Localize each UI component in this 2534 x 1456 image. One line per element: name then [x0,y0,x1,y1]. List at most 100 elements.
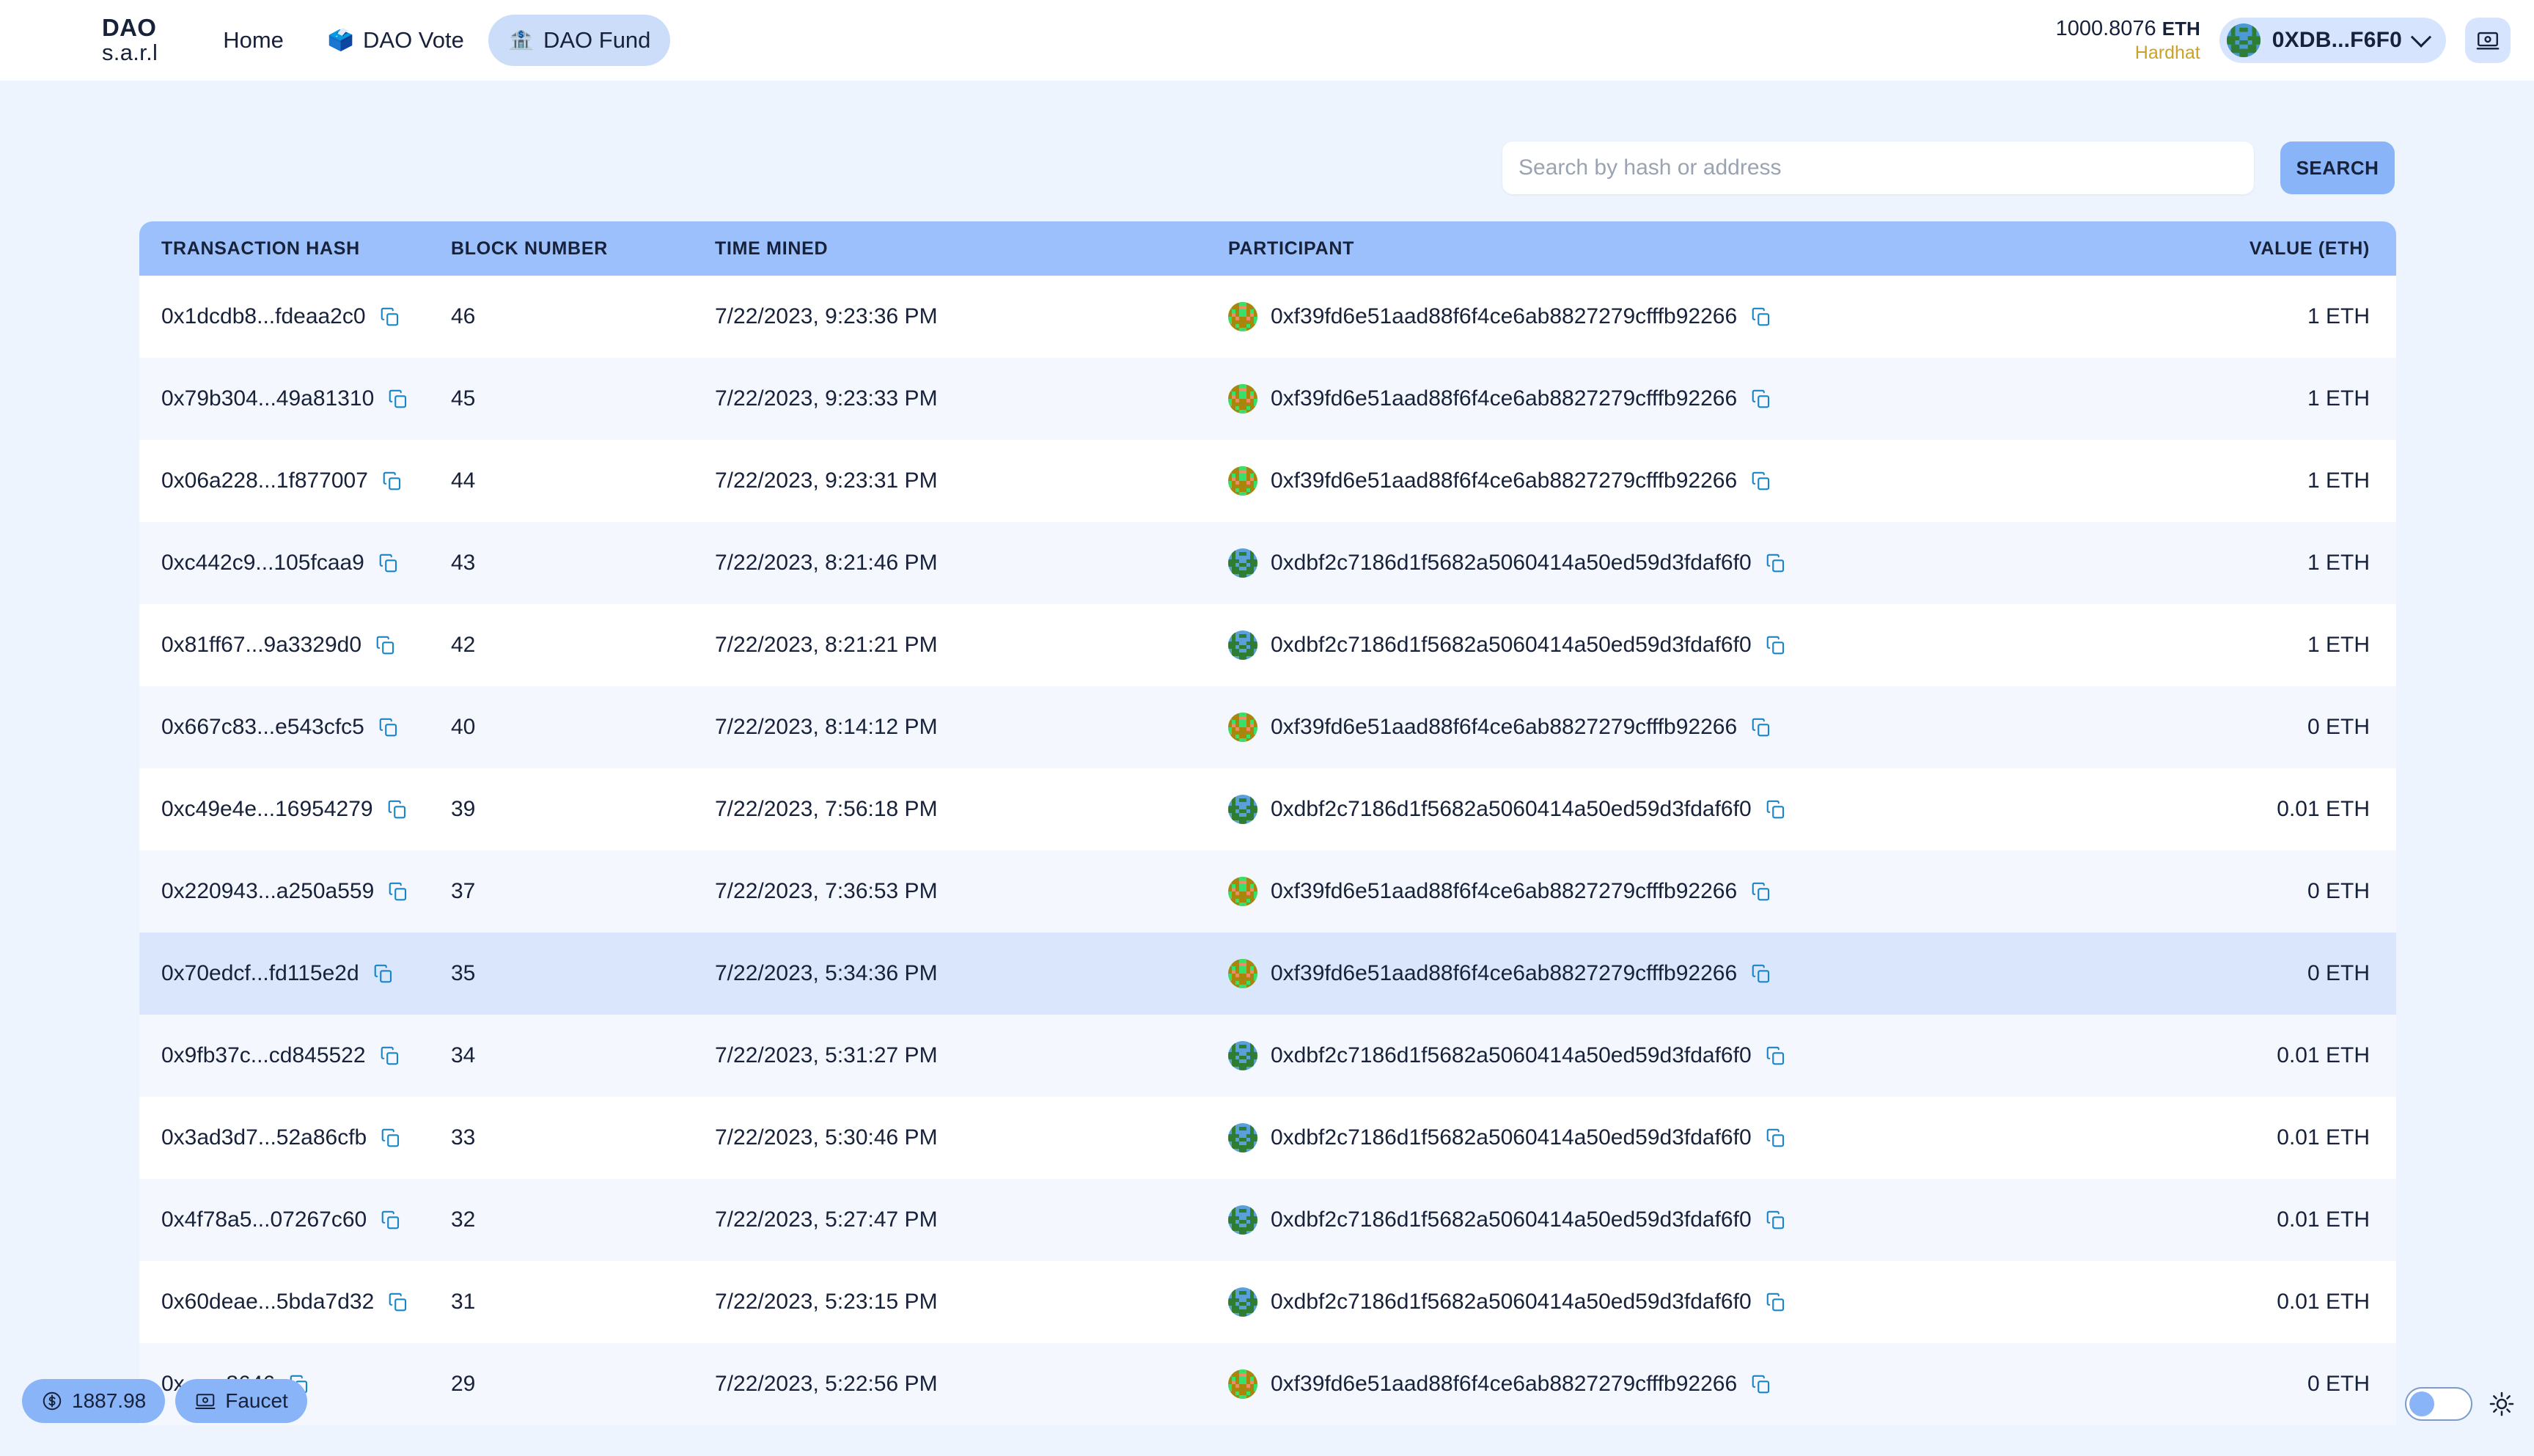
cell-block-number: 29 [451,1372,476,1396]
cell-transaction-hash: 0xc49e4e...16954279 [139,768,429,850]
faucet-widget[interactable]: Faucet [175,1379,307,1423]
table-row[interactable]: 0x9fb37c...cd845522 34 7/22/2023, 5:31:27… [139,1015,2396,1097]
copy-icon[interactable] [1765,1045,1787,1067]
copy-icon[interactable] [1765,552,1787,574]
participant-address-text: 0xf39fd6e51aad88f6f4ce6ab8827279cfffb922… [1271,1372,1738,1396]
chevron-down-icon[interactable] [2410,26,2432,48]
cell-time-mined: 7/22/2023, 8:21:21 PM [715,633,938,657]
table-row[interactable]: 0x70edcf...fd115e2d 35 7/22/2023, 5:34:36… [139,933,2396,1015]
avatar [1228,630,1257,660]
copy-icon[interactable] [1765,1209,1787,1231]
dollar-circle-icon [43,1391,62,1411]
table-row[interactable]: 0x220943...a250a559 37 7/22/2023, 7:36:53… [139,850,2396,933]
participant-address-text: 0xf39fd6e51aad88f6f4ce6ab8827279cfffb922… [1271,961,1738,985]
participant-address-text: 0xdbf2c7186d1f5682a5060414a50ed59d3fdaf6… [1271,633,1752,657]
column-header-time-mined[interactable]: TIME MINED [693,221,1206,276]
copy-icon[interactable] [381,470,403,492]
copy-icon[interactable] [1750,1373,1772,1395]
column-header-transaction-hash[interactable]: TRANSACTION HASH [139,221,429,276]
search-button[interactable]: SEARCH [2280,141,2395,194]
copy-icon[interactable] [1765,1127,1787,1149]
avatar [1228,877,1257,906]
copy-icon[interactable] [1765,1291,1787,1313]
table-row[interactable]: 0x06a228...1f877007 44 7/22/2023, 9:23:31… [139,440,2396,522]
cell-value: 0 ETH [2307,715,2370,739]
cell-transaction-hash: 0x81ff67...9a3329d0 [139,604,429,686]
column-header-participant[interactable]: PARTICIPANT [1206,221,2211,276]
table-row[interactable]: 0xc442c9...105fcaa9 43 7/22/2023, 8:21:46… [139,522,2396,604]
cell-participant: 0xdbf2c7186d1f5682a5060414a50ed59d3fdaf6… [1206,768,2211,850]
copy-icon[interactable] [387,880,409,902]
participant-address-text: 0xdbf2c7186d1f5682a5060414a50ed59d3fdaf6… [1271,551,1752,575]
copy-icon[interactable] [1750,963,1772,985]
eth-price-widget[interactable]: 1887.98 [22,1379,166,1423]
cell-participant: 0xdbf2c7186d1f5682a5060414a50ed59d3fdaf6… [1206,1097,2211,1179]
table-row[interactable]: 0x3ad3d7...52a86cfb 33 7/22/2023, 5:30:46… [139,1097,2396,1179]
table-row[interactable]: 0x79b304...49a81310 45 7/22/2023, 9:23:33… [139,358,2396,440]
participant-address-text: 0xdbf2c7186d1f5682a5060414a50ed59d3fdaf6… [1271,1125,1752,1150]
copy-icon[interactable] [387,1291,409,1313]
table-row[interactable]: 0xc49e4e...16954279 39 7/22/2023, 7:56:18… [139,768,2396,850]
wallet-icon-button[interactable] [2465,18,2511,63]
account-button[interactable]: 0XDB...F6F0 [2219,18,2446,63]
cell-transaction-hash: 0x60deae...5bda7d32 [139,1261,429,1343]
cell-value: 0.01 ETH [2277,797,2370,821]
cell-participant: 0xdbf2c7186d1f5682a5060414a50ed59d3fdaf6… [1206,1015,2211,1097]
cell-time-mined: 7/22/2023, 7:56:18 PM [715,797,938,821]
copy-icon[interactable] [380,1127,402,1149]
cell-time-mined: 7/22/2023, 7:36:53 PM [715,879,938,903]
copy-icon[interactable] [375,634,397,656]
brand-logo[interactable]: DAO s.a.r.l [102,15,158,65]
copy-icon[interactable] [379,306,401,328]
column-header-value[interactable]: VALUE (ETH) [2211,221,2396,276]
table-row[interactable]: 0x4f78a5...07267c60 32 7/22/2023, 5:27:47… [139,1179,2396,1261]
cell-value: 1 ETH [2307,468,2370,493]
copy-icon[interactable] [380,1209,402,1231]
copy-icon[interactable] [378,716,400,738]
avatar [1228,959,1257,988]
search-bar: SEARCH [1502,141,2395,194]
search-input[interactable] [1502,141,2254,194]
copy-icon[interactable] [1750,388,1772,410]
transaction-hash-text: 0x667c83...e543cfc5 [161,715,364,739]
copy-icon[interactable] [386,798,408,820]
cell-block-number: 45 [451,386,476,411]
column-header-block-number[interactable]: BLOCK NUMBER [429,221,693,276]
sun-icon[interactable] [2489,1391,2515,1417]
dark-mode-toggle[interactable] [2405,1387,2472,1421]
cell-value: 0.01 ETH [2277,1290,2370,1314]
copy-icon[interactable] [1750,470,1772,492]
cell-time-mined: 7/22/2023, 5:27:47 PM [715,1207,938,1232]
cell-time-mined: 7/22/2023, 5:23:15 PM [715,1290,938,1314]
cell-time-mined: 7/22/2023, 5:30:46 PM [715,1125,938,1150]
cell-time-mined: 7/22/2023, 9:23:31 PM [715,468,938,493]
copy-icon[interactable] [379,1045,401,1067]
faucet-screen-icon [195,1394,216,1409]
cell-participant: 0xf39fd6e51aad88f6f4ce6ab8827279cfffb922… [1206,276,2211,358]
nav-link-dao-vote[interactable]: 🗳️ DAO Vote [308,15,484,66]
table-row[interactable]: 0x81ff67...9a3329d0 42 7/22/2023, 8:21:21… [139,604,2396,686]
copy-icon[interactable] [1765,634,1787,656]
table-row[interactable]: 0x1dcdb8...fdeaa2c0 46 7/22/2023, 9:23:36… [139,276,2396,358]
nav-link-dao-fund[interactable]: 🏦 DAO Fund [488,15,671,66]
cell-value: 0 ETH [2307,961,2370,985]
copy-icon[interactable] [372,963,394,985]
table-row[interactable]: 0x60deae...5bda7d32 31 7/22/2023, 5:23:15… [139,1261,2396,1343]
copy-icon[interactable] [1765,798,1787,820]
transaction-hash-text: 0x1dcdb8...fdeaa2c0 [161,304,366,328]
cell-block-number: 33 [451,1125,476,1150]
cell-participant: 0xdbf2c7186d1f5682a5060414a50ed59d3fdaf6… [1206,604,2211,686]
table-row[interactable]: 0x...ec8646 297/22/2023, 5:22:56 PM 0xf3… [139,1343,2396,1425]
table-row[interactable]: 0x667c83...e543cfc5 40 7/22/2023, 8:14:12… [139,686,2396,768]
nav-link-home[interactable]: Home [203,15,304,66]
cell-participant: 0xdbf2c7186d1f5682a5060414a50ed59d3fdaf6… [1206,1261,2211,1343]
copy-icon[interactable] [387,388,409,410]
copy-icon[interactable] [1750,880,1772,902]
transaction-hash-text: 0x220943...a250a559 [161,879,375,903]
copy-icon[interactable] [1750,716,1772,738]
copy-icon[interactable] [1750,306,1772,328]
copy-icon[interactable] [378,552,400,574]
transaction-hash-text: 0x79b304...49a81310 [161,386,375,411]
avatar [1228,1369,1257,1399]
floating-widgets: 1887.98 Faucet [22,1379,307,1423]
